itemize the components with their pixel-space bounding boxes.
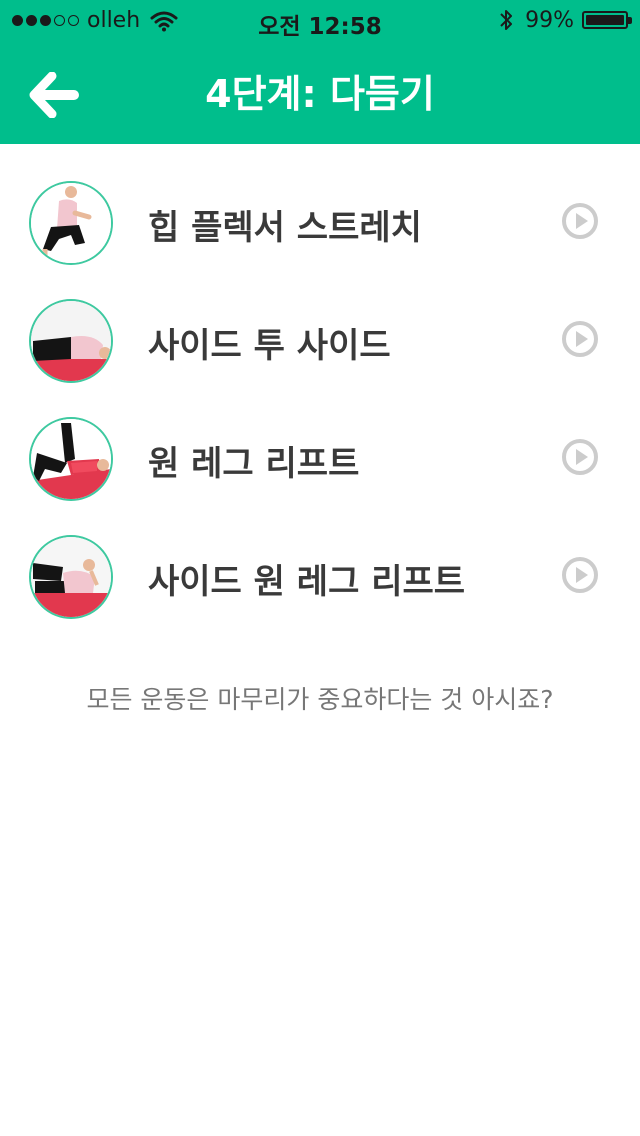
exercise-item-one-leg-lift[interactable]: 원 레그 리프트 bbox=[0, 380, 640, 501]
exercise-label: 힙 플렉서 스트레치 bbox=[148, 208, 422, 248]
page-title: 4단계: 다듬기 bbox=[205, 72, 435, 116]
nav-bar: 4단계: 다듬기 bbox=[0, 44, 640, 144]
exercise-thumbnail bbox=[29, 417, 113, 501]
exercise-list: 힙 플렉서 스트레치 사이드 투 사이드 원 레그 리프트 사이드 원 레그 리… bbox=[0, 144, 640, 619]
side-to-side-image bbox=[31, 301, 111, 381]
exercise-label: 사이드 원 레그 리프트 bbox=[148, 562, 466, 602]
status-right: 99% bbox=[497, 7, 632, 33]
bluetooth-icon bbox=[500, 10, 513, 30]
exercise-label: 원 레그 리프트 bbox=[148, 444, 360, 484]
exercise-item-side-one-leg-lift[interactable]: 사이드 원 레그 리프트 bbox=[0, 498, 640, 619]
play-icon[interactable] bbox=[561, 438, 599, 476]
side-one-leg-lift-image bbox=[31, 537, 111, 617]
battery-percent: 99% bbox=[525, 7, 574, 33]
battery-nub bbox=[628, 17, 632, 24]
battery-icon bbox=[582, 11, 632, 29]
back-arrow-icon[interactable] bbox=[28, 72, 80, 118]
play-icon[interactable] bbox=[561, 202, 599, 240]
exercise-label: 사이드 투 사이드 bbox=[148, 326, 391, 366]
footer-message: 모든 운동은 마무리가 중요하다는 것 아시죠? bbox=[86, 685, 554, 714]
exercise-thumbnail bbox=[29, 181, 113, 265]
battery-fill bbox=[586, 15, 624, 25]
exercise-thumbnail bbox=[29, 535, 113, 619]
exercise-item-side-to-side[interactable]: 사이드 투 사이드 bbox=[0, 262, 640, 383]
play-icon[interactable] bbox=[561, 320, 599, 358]
one-leg-lift-image bbox=[31, 419, 111, 499]
exercise-thumbnail bbox=[29, 299, 113, 383]
exercise-item-hip-flexor-stretch[interactable]: 힙 플렉서 스트레치 bbox=[0, 144, 640, 265]
hip-flexor-stretch-image bbox=[31, 183, 111, 263]
status-bar: olleh 오전 12:58 99% bbox=[0, 0, 640, 44]
play-icon[interactable] bbox=[561, 556, 599, 594]
